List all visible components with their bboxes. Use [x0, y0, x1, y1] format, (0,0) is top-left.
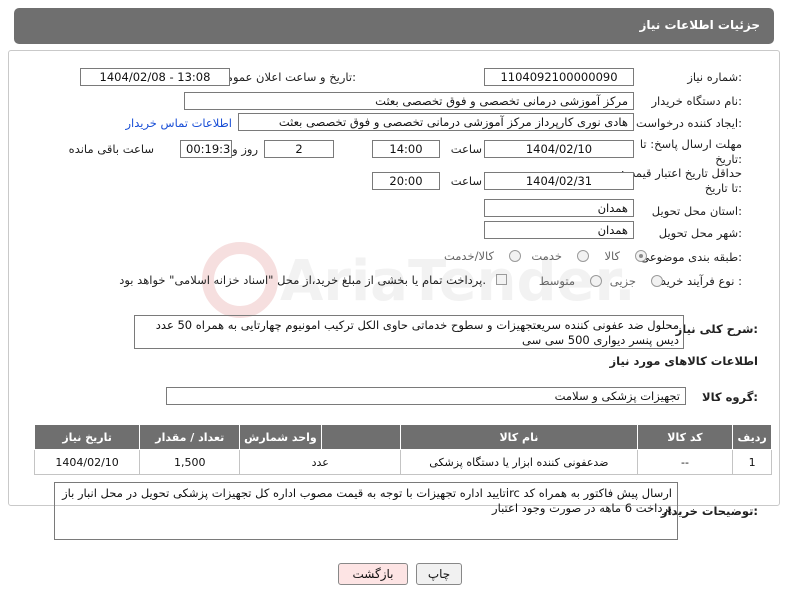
announce-field[interactable]: 1404/02/08 - 13:08: [80, 68, 230, 86]
contact-buyer-link[interactable]: اطلاعات تماس خریدار: [125, 116, 232, 130]
price-time-field[interactable]: 20:00: [372, 172, 440, 190]
cell-row-number: 1: [732, 449, 772, 475]
cell-item-code: --: [636, 449, 734, 475]
process-minor-label: جزیی: [609, 274, 636, 288]
table-header-row: تاریخ نیاز تعداد / مقدار واحد شمارش نام …: [33, 424, 772, 450]
description-textarea[interactable]: محلول ضد عفونی کننده سریعتجهیزات و سطوح …: [134, 315, 684, 349]
col-unit: واحد شمارش: [239, 424, 322, 450]
goods-group-field[interactable]: تجهیزات پزشکی و سلامت: [166, 387, 686, 405]
process-medium-label: متوسط: [538, 274, 575, 288]
col-unit-2: [320, 424, 402, 450]
items-table: تاریخ نیاز تعداد / مقدار واحد شمارش نام …: [33, 424, 772, 475]
back-button[interactable]: بازگشت: [338, 563, 408, 585]
need-number-label: شماره نیاز:: [687, 70, 742, 84]
city-field[interactable]: همدان: [484, 221, 634, 239]
announce-label: تاریخ و ساعت اعلان عمومی:: [217, 70, 356, 84]
col-row: ردیف: [732, 424, 772, 450]
deadline-time-label: ساعت: [450, 142, 482, 156]
goods-group-label: گروه کالا:: [702, 390, 758, 404]
description-label: شرح کلی نیاز:: [675, 322, 758, 336]
category-label: طبقه بندی موضوعی:: [640, 250, 742, 264]
requester-label: ایجاد کننده درخواست:: [636, 116, 742, 130]
days-label: روز و: [232, 142, 258, 156]
buyer-notes-textarea[interactable]: ارسال پیش فاکتور به همراه کد ircتایید اد…: [54, 482, 678, 540]
need-number-field[interactable]: 1104092100000090: [484, 68, 634, 86]
category-both-label: کالا/خدمت: [443, 249, 494, 263]
city-label: شهر محل تحویل:: [658, 226, 742, 240]
goods-section-title: اطلاعات کالاهای مورد نیاز: [609, 354, 758, 368]
price-time-label: ساعت: [450, 174, 482, 188]
cell-need-date: 1404/02/10: [33, 449, 141, 475]
cell-unit: عدد: [239, 449, 402, 475]
col-need-date: تاریخ نیاز: [33, 424, 141, 450]
category-service-radio[interactable]: [577, 250, 589, 262]
page-title: جزئیات اطلاعات نیاز: [639, 18, 760, 32]
col-item-code: کد کالا: [636, 424, 734, 450]
buyer-org-field[interactable]: مرکز آموزشی درمانی تخصصی و فوق تخصصی بعث…: [184, 92, 634, 110]
province-field[interactable]: همدان: [484, 199, 634, 217]
treasury-payment-checkbox[interactable]: [496, 274, 507, 285]
province-label: استان محل تحویل:: [651, 204, 742, 218]
table-row[interactable]: 1404/02/10 1,500 عدد ضدعفونی کننده ابزار…: [33, 449, 772, 475]
col-item-name: نام کالا: [400, 424, 638, 450]
requester-field[interactable]: هادی نوری کارپرداز مرکز آموزشی درمانی تخ…: [238, 113, 634, 131]
category-service-label: خدمت: [531, 249, 562, 263]
category-goods-label: کالا: [604, 249, 620, 263]
buyer-org-label: نام دستگاه خریدار:: [651, 94, 742, 108]
process-label: نوع فرآیند خرید :: [660, 274, 742, 288]
cell-quantity: 1,500: [139, 449, 241, 475]
deadline-label: مهلت ارسال پاسخ: تا تاریخ:: [639, 137, 742, 166]
process-medium-radio[interactable]: [590, 275, 602, 287]
process-minor-radio[interactable]: [651, 275, 663, 287]
deadline-time-field[interactable]: 14:00: [372, 140, 440, 158]
remaining-label: ساعت باقی مانده: [68, 142, 154, 156]
print-button[interactable]: چاپ: [416, 563, 462, 585]
deadline-date-field[interactable]: 1404/02/10: [484, 140, 634, 158]
payment-note: پرداخت تمام یا بخشی از مبلغ خرید،از محل …: [119, 273, 486, 287]
days-field[interactable]: 2: [264, 140, 334, 158]
cell-item-name: ضدعفونی کننده ابزار یا دستگاه پزشکی: [400, 449, 638, 475]
col-quantity: تعداد / مقدار: [139, 424, 241, 450]
remaining-time-field[interactable]: 00:19:30: [180, 140, 232, 158]
category-both-radio[interactable]: [509, 250, 521, 262]
category-goods-radio[interactable]: [635, 250, 647, 262]
price-date-field[interactable]: 1404/02/31: [484, 172, 634, 190]
page-header: جزئیات اطلاعات نیاز: [14, 8, 774, 44]
